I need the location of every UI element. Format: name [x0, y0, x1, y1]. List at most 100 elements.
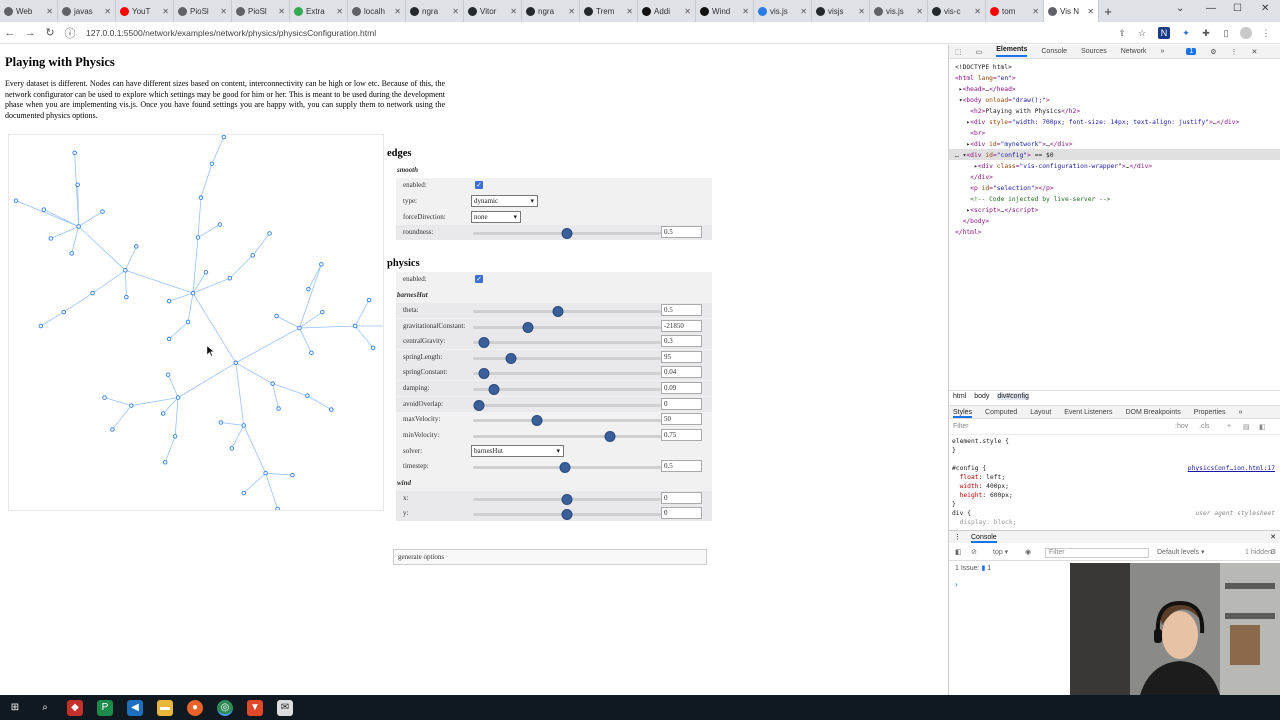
wind-y-input[interactable]: 0 — [661, 507, 702, 519]
close-tab-icon[interactable]: ✕ — [626, 7, 633, 16]
sidebar-toggle-icon[interactable]: ◧ — [955, 545, 962, 561]
slider-thumb[interactable] — [505, 352, 517, 364]
browser-tab[interactable]: vis.js ✕ — [754, 0, 812, 22]
close-tab-icon[interactable]: ✕ — [742, 7, 749, 16]
css-prop[interactable]: width — [960, 483, 979, 490]
css-value[interactable]: 600px; — [990, 492, 1013, 499]
minimize-window-button[interactable]: — — [1206, 3, 1216, 14]
issues-badge[interactable]: 1 — [1186, 48, 1197, 55]
timestep-slider[interactable] — [473, 462, 661, 473]
physics-enabled-checkbox[interactable]: ✓ — [475, 275, 483, 283]
slider-thumb[interactable] — [552, 306, 564, 317]
side-panel-icon[interactable]: ▯ — [1220, 27, 1232, 39]
slider-thumb[interactable] — [478, 337, 490, 349]
network-canvas[interactable] — [8, 134, 384, 512]
close-tab-icon[interactable]: ✕ — [916, 7, 923, 16]
hov-toggle[interactable]: :hov — [1175, 423, 1188, 430]
maxvelocity-slider[interactable] — [473, 415, 661, 426]
param-slider[interactable] — [473, 399, 661, 411]
live-expression-eye-icon[interactable]: ◉ — [1025, 545, 1031, 561]
param-input[interactable]: 0.09 — [661, 382, 702, 394]
param-slider[interactable] — [473, 368, 661, 380]
browser-tab[interactable]: Trem ✕ — [580, 0, 638, 22]
close-tab-icon[interactable]: ✕ — [1087, 7, 1094, 16]
cls-toggle[interactable]: .cls — [1199, 423, 1210, 430]
tab-dom-breakpoints[interactable]: DOM Breakpoints — [1125, 409, 1180, 416]
sidebar-toggle-icon[interactable]: ◧ — [1259, 423, 1266, 431]
tab-computed[interactable]: Computed — [985, 409, 1017, 416]
param-input[interactable]: -21850 — [661, 319, 702, 332]
browser-tab[interactable]: vis-c ✕ — [928, 0, 986, 22]
close-tab-icon[interactable]: ✕ — [336, 7, 343, 16]
slider-thumb[interactable] — [531, 415, 543, 426]
param-slider[interactable] — [473, 337, 661, 349]
log-levels-select[interactable]: Default levels ▾ — [1157, 545, 1205, 561]
share-icon[interactable]: ⇪ — [1116, 27, 1128, 39]
close-tab-icon[interactable]: ✕ — [800, 7, 807, 16]
browser-tab[interactable]: tom ✕ — [986, 0, 1044, 22]
url-field[interactable]: 127.0.0.1:5500/network/examples/network/… — [86, 28, 376, 38]
param-input[interactable]: 0.04 — [661, 366, 702, 379]
app-icon[interactable]: ◆ — [67, 699, 83, 716]
close-tab-icon[interactable]: ✕ — [104, 7, 111, 16]
pycharm-icon[interactable]: P — [97, 699, 113, 716]
breadcrumb-html[interactable]: html — [953, 393, 966, 400]
new-tab-button[interactable]: + — [1099, 4, 1117, 19]
browser-tab[interactable]: ngra ✕ — [406, 0, 464, 22]
close-tab-icon[interactable]: ✕ — [974, 7, 981, 16]
bookmark-star-icon[interactable]: ☆ — [1136, 27, 1148, 39]
devtools-menu-icon[interactable]: ⋮ — [1231, 48, 1238, 56]
tab-search-icon[interactable]: ⌄ — [1176, 3, 1184, 14]
css-source-link[interactable]: physicsConf…ion.html:17 — [1188, 464, 1275, 473]
param-slider[interactable] — [473, 321, 661, 333]
console-filter-input[interactable]: Filter — [1045, 548, 1149, 558]
extension-icon[interactable]: ✦ — [1180, 27, 1192, 39]
more-tabs-icon[interactable]: » — [1239, 409, 1243, 416]
browser-tab[interactable]: Extra ✕ — [290, 0, 348, 22]
windows-start-icon[interactable]: ⊞ — [7, 700, 23, 716]
tab-network[interactable]: Network — [1121, 48, 1147, 55]
close-tab-icon[interactable]: ✕ — [684, 7, 691, 16]
slider-thumb[interactable] — [473, 399, 485, 411]
browser-tab[interactable]: ngra ✕ — [522, 0, 580, 22]
edges-forcedirection-select[interactable]: none ▾ — [471, 211, 521, 223]
slider-thumb[interactable] — [522, 321, 534, 333]
maximize-window-button[interactable]: ☐ — [1233, 3, 1242, 14]
edges-type-select[interactable]: dynamic ▾ — [471, 195, 538, 207]
wind-y-slider[interactable] — [473, 509, 661, 520]
close-tab-icon[interactable]: ✕ — [858, 7, 865, 16]
vscode-icon[interactable]: ◀ — [127, 699, 143, 716]
tab-console[interactable]: Console — [1041, 48, 1067, 55]
dom-tree[interactable]: <!DOCTYPE html> <html lang="en"> ▸<head>… — [955, 62, 1239, 238]
slider-thumb[interactable] — [559, 462, 571, 473]
wind-x-input[interactable]: 0 — [661, 492, 702, 504]
console-tab[interactable]: Console — [971, 534, 997, 543]
tab-layout[interactable]: Layout — [1030, 409, 1051, 416]
extension-icon[interactable]: N — [1158, 27, 1170, 39]
issues-indicator[interactable]: 1 Issue: ▮ 1 — [955, 564, 991, 572]
browser-tab[interactable]: Vis N ✕ — [1044, 0, 1099, 22]
edges-roundness-slider[interactable] — [473, 228, 661, 239]
drawer-menu-icon[interactable]: ⋮ — [954, 531, 961, 544]
slider-thumb[interactable] — [488, 384, 500, 395]
styles-filter-input[interactable]: Filter — [953, 423, 969, 430]
slider-thumb[interactable] — [561, 228, 573, 239]
close-tab-icon[interactable]: ✕ — [394, 7, 401, 16]
breadcrumb-body[interactable]: body — [974, 393, 989, 400]
clear-console-icon[interactable]: ⊘ — [971, 545, 977, 561]
browser-tab[interactable]: javas ✕ — [58, 0, 116, 22]
css-prop[interactable]: height — [960, 492, 983, 499]
css-value[interactable]: 400px; — [986, 483, 1009, 490]
wind-x-slider[interactable] — [473, 494, 661, 505]
site-info-icon[interactable]: ⓘ — [60, 25, 80, 41]
timestep-input[interactable]: 0.5 — [661, 460, 702, 472]
extensions-puzzle-icon[interactable]: ✚ — [1200, 27, 1212, 39]
param-input[interactable]: 0.3 — [661, 335, 702, 348]
close-tab-icon[interactable]: ✕ — [46, 7, 53, 16]
close-tab-icon[interactable]: ✕ — [220, 7, 227, 16]
param-input[interactable]: 95 — [661, 350, 702, 363]
context-select[interactable]: top ▾ — [993, 545, 1008, 561]
maxvelocity-input[interactable]: 50 — [661, 413, 702, 425]
file-explorer-icon[interactable]: ▬ — [157, 699, 173, 716]
param-input[interactable]: 0 — [661, 397, 702, 410]
